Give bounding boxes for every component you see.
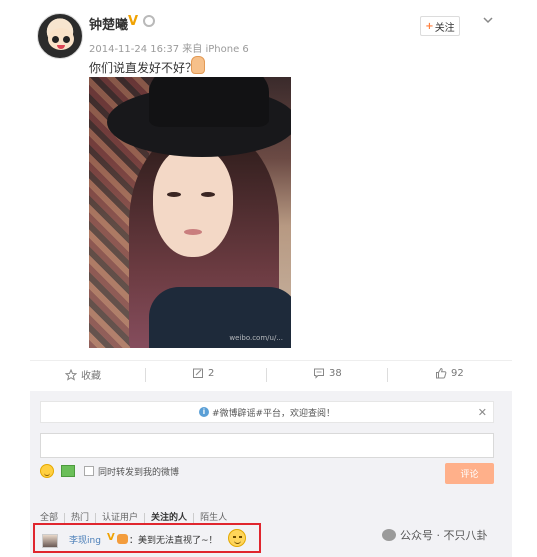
highlighted-comment: 李现ing V ：美到无法直视了~！ <box>33 523 261 553</box>
comment-input[interactable] <box>40 433 494 458</box>
photo-watermark: weibo.com/u/... <box>229 334 283 342</box>
repost-checkbox[interactable] <box>84 466 94 476</box>
star-icon <box>65 368 77 381</box>
emoji-icon[interactable] <box>40 464 54 478</box>
post-photo[interactable]: weibo.com/u/... <box>89 77 291 348</box>
verified-icon: V <box>128 14 139 29</box>
repost-button[interactable]: 2 <box>192 367 214 379</box>
member-badge-icon <box>117 534 128 544</box>
like-count: 92 <box>451 367 464 379</box>
follow-label: 关注 <box>434 22 455 34</box>
wechat-watermark: 公众号 · 不只八卦 <box>382 527 488 543</box>
repost-count: 2 <box>208 367 215 379</box>
comment-button[interactable]: 38 <box>313 367 342 379</box>
commenter-avatar[interactable] <box>42 534 58 548</box>
user-avatar[interactable] <box>37 13 83 59</box>
rumor-notice-banner: i #微博辟谣#平台，欢迎查阅！ ✕ <box>40 401 494 423</box>
info-icon: i <box>198 407 209 417</box>
favorite-label: 收藏 <box>81 371 101 382</box>
notice-text[interactable]: #微博辟谣#平台，欢迎查阅！ <box>212 406 335 419</box>
filter-verified[interactable]: 认证用户 <box>96 513 146 523</box>
hand-emoji-icon <box>191 56 205 74</box>
comment-filter-tabs: 全部 热门 认证用户 关注的人 陌生人 <box>40 513 233 523</box>
filter-all[interactable]: 全部 <box>40 513 66 523</box>
comment-icon <box>314 368 324 379</box>
action-bar: 收藏 2 38 92 <box>30 360 512 388</box>
medal-icon[interactable] <box>143 15 155 27</box>
post-meta: 2014-11-24 16:37 来自 iPhone 6 <box>89 44 249 55</box>
comment-text: ：美到无法直视了~！ <box>129 536 218 546</box>
close-icon[interactable]: ✕ <box>478 406 487 419</box>
filter-following[interactable]: 关注的人 <box>145 513 195 523</box>
commenter-name[interactable]: 李现ing <box>69 533 101 546</box>
weibo-post-card: 钟楚曦 V 2014-11-24 16:37 来自 iPhone 6 你们说直发… <box>0 0 537 557</box>
follow-button[interactable]: + 关注 <box>420 16 460 36</box>
plus-icon: + <box>425 20 434 32</box>
thumbs-up-icon <box>436 367 447 379</box>
post-text: 你们说直发好不好？ <box>89 61 198 75</box>
repost-icon <box>193 368 203 378</box>
username[interactable]: 钟楚曦 <box>89 14 128 33</box>
like-button[interactable]: 92 <box>435 367 464 379</box>
wechat-icon <box>382 529 396 541</box>
filter-strangers[interactable]: 陌生人 <box>194 513 233 523</box>
watermark-text: 公众号 · 不只八卦 <box>400 529 488 542</box>
repost-checkbox-label: 同时转发到我的微博 <box>98 468 180 478</box>
filter-hot[interactable]: 热门 <box>65 513 97 523</box>
verified-icon: V <box>107 532 115 543</box>
comment-count: 38 <box>329 367 342 379</box>
chevron-down-icon[interactable] <box>482 14 494 26</box>
smile-emoji-icon <box>228 529 246 547</box>
image-icon[interactable] <box>61 465 75 477</box>
favorite-button[interactable]: 收藏 <box>65 367 101 382</box>
submit-comment-button[interactable]: 评论 <box>445 463 494 484</box>
